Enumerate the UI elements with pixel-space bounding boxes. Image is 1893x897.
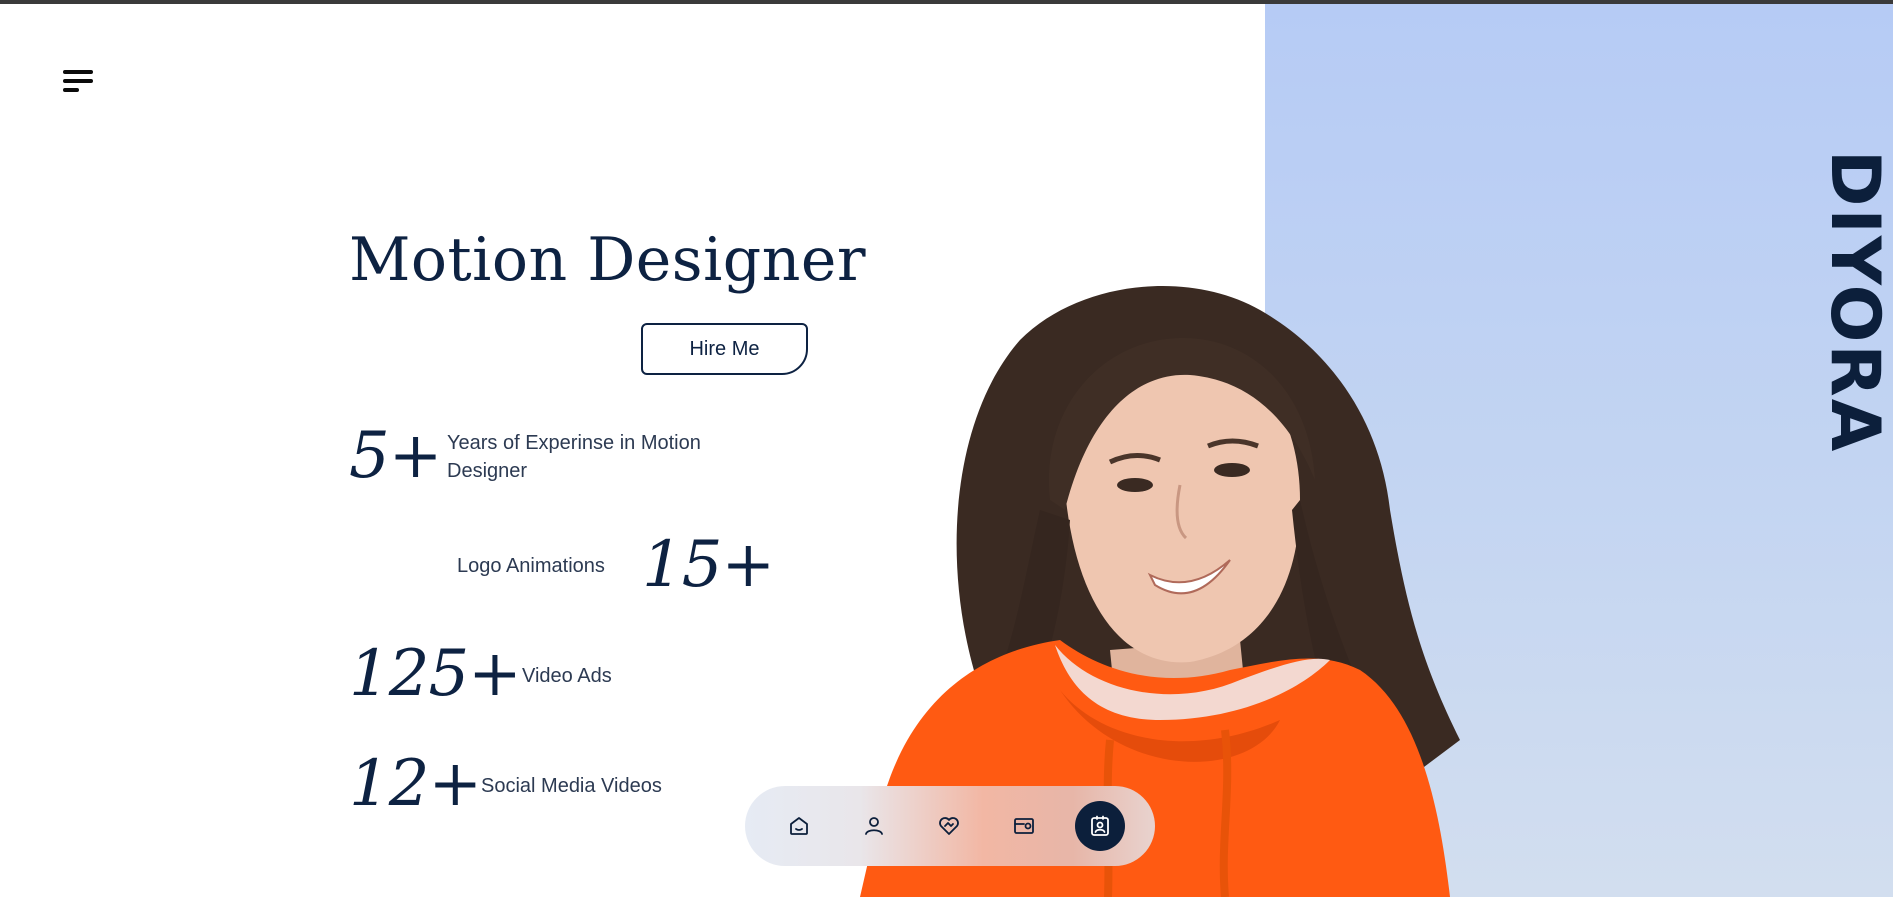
nav-contact[interactable] bbox=[1075, 801, 1125, 851]
page-title: Motion Designer bbox=[349, 225, 867, 295]
contact-icon bbox=[1091, 815, 1109, 836]
stat-social-number: 12+ bbox=[349, 747, 482, 821]
bottom-nav-dock bbox=[745, 786, 1155, 866]
stat-video-ads-number: 125+ bbox=[349, 637, 522, 711]
nav-about[interactable] bbox=[849, 801, 899, 851]
brand-logo: DIYORA bbox=[1815, 150, 1893, 454]
nav-portfolio[interactable] bbox=[999, 801, 1049, 851]
stat-logo-number: 15+ bbox=[642, 528, 775, 602]
user-icon bbox=[865, 817, 883, 835]
nav-services[interactable] bbox=[924, 801, 974, 851]
heart-handshake-icon bbox=[939, 817, 959, 835]
stat-years-number: 5+ bbox=[349, 419, 442, 493]
hire-me-button[interactable]: Hire Me bbox=[641, 323, 808, 375]
stat-logo-label: Logo Animations bbox=[457, 555, 605, 577]
home-icon bbox=[790, 817, 808, 835]
stat-video-ads-label: Video Ads bbox=[522, 665, 612, 687]
stat-years-label: Years of Experinse in Motion Designer bbox=[447, 432, 701, 482]
hamburger-menu-icon[interactable] bbox=[63, 70, 97, 100]
portfolio-icon bbox=[1014, 818, 1034, 834]
stat-social-label: Social Media Videos bbox=[481, 775, 662, 797]
nav-home[interactable] bbox=[774, 801, 824, 851]
